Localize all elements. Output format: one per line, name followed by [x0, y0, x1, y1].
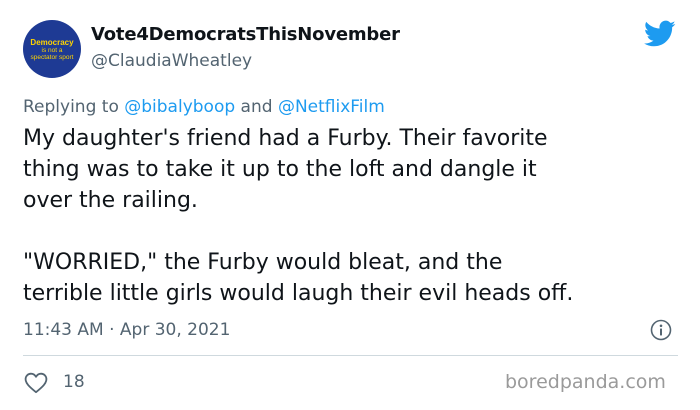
avatar-text-line3: spectator sport: [30, 53, 74, 61]
reply-joiner: and: [240, 97, 273, 117]
twitter-bird-icon[interactable]: [644, 20, 676, 48]
tweet-time: 11:43 AM: [23, 320, 104, 340]
mention-link-1[interactable]: @bibalyboop: [124, 97, 235, 117]
meta-separator: ·: [109, 320, 115, 340]
tweet-timestamp[interactable]: 11:43 AM · Apr 30, 2021: [23, 320, 230, 340]
tweet-date: Apr 30, 2021: [119, 320, 231, 340]
tweet-text: My daughter's friend had a Furby. Their …: [23, 123, 683, 309]
mention-link-2[interactable]: @NetflixFilm: [278, 97, 385, 117]
avatar[interactable]: Democracy is not a spectator sport: [23, 20, 81, 78]
info-icon[interactable]: [650, 319, 672, 341]
tweet-paragraph-1: My daughter's friend had a Furby. Their …: [23, 126, 548, 213]
display-name[interactable]: Vote4DemocratsThisNovember: [91, 24, 400, 45]
reply-context: Replying to @bibalyboop and @NetflixFilm: [23, 97, 385, 117]
like-count: 18: [63, 372, 85, 392]
avatar-text-line1: Democracy: [30, 37, 74, 47]
heart-icon[interactable]: [24, 372, 48, 394]
user-handle[interactable]: @ClaudiaWheatley: [91, 51, 252, 71]
avatar-text-line2: is not a: [41, 46, 63, 54]
tweet-paragraph-2: "WORRIED," the Furby would bleat, and th…: [23, 250, 574, 306]
divider: [23, 355, 678, 356]
watermark: boredpanda.com: [505, 371, 666, 393]
reply-prefix: Replying to: [23, 97, 119, 117]
